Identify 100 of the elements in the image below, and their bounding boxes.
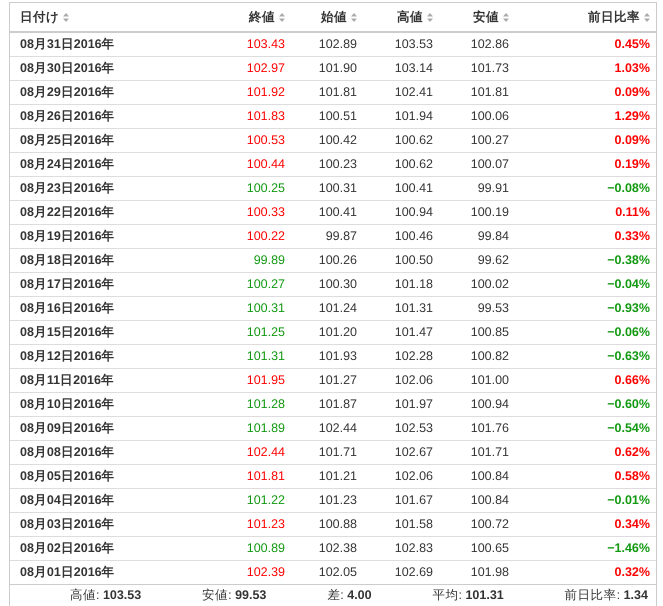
price-cell: 100.27 (439, 128, 515, 152)
column-header[interactable]: 安値 (473, 8, 509, 26)
summary-stat: 前日比率: 1.34 (564, 587, 648, 604)
date-cell: 08月01日2016年 (10, 560, 201, 584)
price-cell: 100.84 (439, 488, 515, 512)
price-cell: 100.33 (201, 200, 291, 224)
price-cell: 102.38 (291, 536, 363, 560)
column-header[interactable]: 前日比率 (588, 8, 650, 26)
column-header[interactable]: 日付け (20, 8, 69, 26)
change-cell: −0.63% (515, 344, 656, 368)
change-cell: 1.03% (515, 56, 656, 80)
price-cell: 100.42 (291, 128, 363, 152)
column-header[interactable]: 始値 (321, 8, 357, 26)
change-cell: −0.08% (515, 176, 656, 200)
price-cell: 101.20 (291, 320, 363, 344)
date-cell: 08月05日2016年 (10, 464, 201, 488)
change-cell: −1.46% (515, 536, 656, 560)
date-cell: 08月16日2016年 (10, 296, 201, 320)
price-cell: 101.71 (291, 440, 363, 464)
date-cell: 08月17日2016年 (10, 272, 201, 296)
price-cell: 101.25 (201, 320, 291, 344)
date-cell: 08月26日2016年 (10, 104, 201, 128)
price-cell: 99.53 (439, 296, 515, 320)
price-cell: 101.28 (201, 392, 291, 416)
price-cell: 102.89 (291, 32, 363, 56)
price-cell: 100.84 (439, 464, 515, 488)
price-cell: 101.23 (291, 488, 363, 512)
price-cell: 101.73 (439, 56, 515, 80)
price-cell: 101.95 (201, 368, 291, 392)
change-cell: 0.33% (515, 224, 656, 248)
price-cell: 100.19 (439, 200, 515, 224)
change-cell: 0.58% (515, 464, 656, 488)
price-cell: 100.89 (201, 536, 291, 560)
price-cell: 102.44 (201, 440, 291, 464)
change-cell: −0.93% (515, 296, 656, 320)
summary-stat: 安値: 99.53 (202, 587, 266, 604)
price-cell: 100.53 (201, 128, 291, 152)
price-cell: 100.94 (439, 392, 515, 416)
date-cell: 08月08日2016年 (10, 440, 201, 464)
price-cell: 101.22 (201, 488, 291, 512)
price-cell: 99.89 (201, 248, 291, 272)
price-cell: 100.06 (439, 104, 515, 128)
price-cell: 101.87 (291, 392, 363, 416)
price-cell: 101.21 (291, 464, 363, 488)
change-cell: 0.09% (515, 128, 656, 152)
price-cell: 102.41 (363, 80, 439, 104)
column-header[interactable]: 終値 (249, 8, 285, 26)
price-cell: 101.47 (363, 320, 439, 344)
date-cell: 08月19日2016年 (10, 224, 201, 248)
change-cell: 0.19% (515, 152, 656, 176)
price-cell: 101.31 (201, 344, 291, 368)
date-cell: 08月22日2016年 (10, 200, 201, 224)
sort-icon (63, 12, 69, 22)
price-cell: 102.44 (291, 416, 363, 440)
price-cell: 100.26 (291, 248, 363, 272)
price-cell: 99.91 (439, 176, 515, 200)
date-cell: 08月09日2016年 (10, 416, 201, 440)
sort-icon (351, 12, 357, 22)
price-cell: 100.72 (439, 512, 515, 536)
price-cell: 100.50 (363, 248, 439, 272)
change-cell: 0.32% (515, 560, 656, 584)
date-cell: 08月30日2016年 (10, 56, 201, 80)
column-header[interactable]: 高値 (397, 8, 433, 26)
price-cell: 102.97 (201, 56, 291, 80)
price-cell: 100.94 (363, 200, 439, 224)
price-cell: 101.27 (291, 368, 363, 392)
price-cell: 101.81 (291, 80, 363, 104)
price-cell: 100.65 (439, 536, 515, 560)
price-cell: 103.43 (201, 32, 291, 56)
price-cell: 101.97 (363, 392, 439, 416)
price-cell: 101.31 (363, 296, 439, 320)
change-cell: 0.45% (515, 32, 656, 56)
price-cell: 100.23 (291, 152, 363, 176)
price-cell: 102.86 (439, 32, 515, 56)
price-cell: 100.46 (363, 224, 439, 248)
price-cell: 102.28 (363, 344, 439, 368)
date-cell: 08月04日2016年 (10, 488, 201, 512)
price-cell: 102.69 (363, 560, 439, 584)
price-cell: 102.67 (363, 440, 439, 464)
price-cell: 100.07 (439, 152, 515, 176)
price-cell: 103.14 (363, 56, 439, 80)
summary-stat: 差: 4.00 (327, 587, 372, 604)
price-cell: 101.58 (363, 512, 439, 536)
date-cell: 08月24日2016年 (10, 152, 201, 176)
price-cell: 100.22 (201, 224, 291, 248)
change-cell: −0.60% (515, 392, 656, 416)
price-cell: 101.24 (291, 296, 363, 320)
price-cell: 100.51 (291, 104, 363, 128)
price-cell: 100.41 (291, 200, 363, 224)
price-cell: 102.39 (201, 560, 291, 584)
date-cell: 08月10日2016年 (10, 392, 201, 416)
price-cell: 100.41 (363, 176, 439, 200)
change-cell: −0.01% (515, 488, 656, 512)
price-cell: 102.53 (363, 416, 439, 440)
price-cell: 101.71 (439, 440, 515, 464)
price-cell: 100.02 (439, 272, 515, 296)
summary-stat: 高値: 103.53 (70, 587, 142, 604)
price-cell: 100.62 (363, 128, 439, 152)
price-cell: 101.23 (201, 512, 291, 536)
price-cell: 102.05 (291, 560, 363, 584)
